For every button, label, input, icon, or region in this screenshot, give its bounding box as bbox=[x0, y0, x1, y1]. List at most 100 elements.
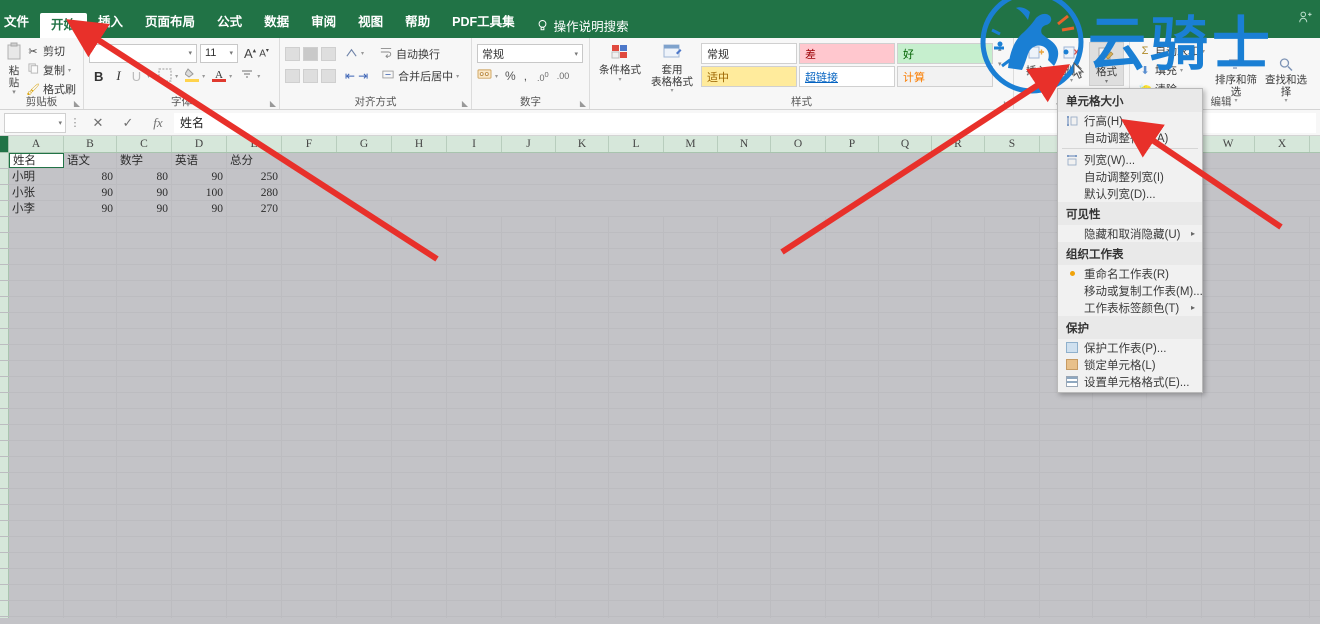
cell-empty[interactable] bbox=[556, 457, 609, 472]
cell-empty[interactable] bbox=[826, 569, 879, 584]
cell-empty[interactable] bbox=[879, 281, 932, 296]
cell-empty[interactable] bbox=[502, 361, 556, 376]
cell-empty[interactable] bbox=[932, 249, 985, 264]
cell-empty[interactable] bbox=[64, 505, 117, 520]
cell-empty[interactable] bbox=[172, 473, 227, 488]
tab-file[interactable]: 文件 bbox=[0, 9, 40, 35]
cell-empty[interactable] bbox=[117, 249, 172, 264]
cell-empty[interactable] bbox=[502, 617, 556, 618]
cell-empty[interactable] bbox=[826, 601, 879, 616]
row-header[interactable] bbox=[0, 521, 9, 536]
cell-empty[interactable] bbox=[447, 537, 502, 552]
cell-empty[interactable] bbox=[985, 361, 1040, 376]
cell-empty[interactable] bbox=[447, 361, 502, 376]
cell-empty[interactable] bbox=[117, 329, 172, 344]
cell-empty[interactable] bbox=[447, 345, 502, 360]
cell-empty[interactable] bbox=[447, 393, 502, 408]
chevron-down-icon[interactable]: ▾ bbox=[1105, 79, 1108, 86]
cell-empty[interactable] bbox=[826, 425, 879, 440]
cell-empty[interactable] bbox=[447, 585, 502, 600]
row-header[interactable] bbox=[0, 153, 9, 168]
cell-empty[interactable] bbox=[1202, 569, 1255, 584]
cell-empty[interactable] bbox=[282, 569, 337, 584]
cell-empty[interactable] bbox=[172, 393, 227, 408]
cell-empty[interactable] bbox=[447, 297, 502, 312]
cell-empty[interactable] bbox=[664, 329, 718, 344]
cell-empty[interactable] bbox=[1093, 505, 1147, 520]
cell-empty[interactable] bbox=[282, 313, 337, 328]
cell-empty[interactable] bbox=[1093, 441, 1147, 456]
styles-dialog-launcher[interactable]: ◣ bbox=[1004, 99, 1010, 108]
cell-empty[interactable] bbox=[172, 521, 227, 536]
cell-empty[interactable] bbox=[117, 457, 172, 472]
row-header[interactable] bbox=[0, 441, 9, 456]
cell-empty[interactable] bbox=[502, 425, 556, 440]
cell-empty[interactable] bbox=[556, 521, 609, 536]
cell-empty[interactable] bbox=[117, 537, 172, 552]
cell-empty[interactable] bbox=[64, 585, 117, 600]
cell-empty[interactable] bbox=[664, 585, 718, 600]
cell-empty[interactable] bbox=[1093, 585, 1147, 600]
cell-empty[interactable] bbox=[447, 441, 502, 456]
cell-empty[interactable] bbox=[1202, 313, 1255, 328]
chevron-down-icon[interactable]: ▾ bbox=[227, 49, 235, 57]
cell-empty[interactable] bbox=[502, 377, 556, 392]
cell-empty[interactable] bbox=[1255, 489, 1310, 504]
cell-empty[interactable] bbox=[9, 249, 64, 264]
cell-empty[interactable] bbox=[609, 393, 664, 408]
cell-empty[interactable] bbox=[826, 553, 879, 568]
cut-button[interactable]: ✂ 剪切 bbox=[23, 42, 79, 60]
cell-empty[interactable] bbox=[337, 441, 392, 456]
row-header[interactable] bbox=[0, 249, 9, 264]
column-header-G[interactable]: G bbox=[337, 136, 392, 152]
cell-empty[interactable] bbox=[879, 345, 932, 360]
cell-empty[interactable] bbox=[447, 521, 502, 536]
cell-empty[interactable] bbox=[609, 249, 664, 264]
chevron-down-icon[interactable]: ▾ bbox=[257, 73, 260, 80]
cell-empty[interactable] bbox=[64, 281, 117, 296]
cell-empty[interactable] bbox=[879, 393, 932, 408]
cell-empty[interactable] bbox=[664, 521, 718, 536]
chevron-down-icon[interactable]: ▾ bbox=[229, 73, 232, 80]
cell-empty[interactable] bbox=[1040, 425, 1093, 440]
row-header[interactable] bbox=[0, 361, 9, 376]
cell-empty[interactable] bbox=[282, 377, 337, 392]
cell-empty[interactable] bbox=[9, 329, 64, 344]
cell-empty[interactable] bbox=[9, 569, 64, 584]
cell-empty[interactable] bbox=[771, 297, 826, 312]
cell-empty[interactable] bbox=[718, 249, 771, 264]
gallery-more-icon[interactable]: ▾ bbox=[998, 75, 1002, 83]
cell-empty[interactable] bbox=[718, 585, 771, 600]
cell-empty[interactable] bbox=[556, 489, 609, 504]
cell-empty[interactable] bbox=[985, 473, 1040, 488]
autosum-button[interactable]: Σ 自动求和 ▾ bbox=[1135, 42, 1208, 60]
cell-empty[interactable] bbox=[771, 569, 826, 584]
cell-empty[interactable] bbox=[771, 265, 826, 280]
cell-empty[interactable] bbox=[879, 313, 932, 328]
cell-empty[interactable] bbox=[985, 281, 1040, 296]
cell-empty[interactable] bbox=[392, 249, 447, 264]
row-header[interactable] bbox=[0, 489, 9, 504]
cell-empty[interactable] bbox=[609, 537, 664, 552]
cell-empty[interactable] bbox=[1040, 393, 1093, 408]
cell-empty[interactable] bbox=[9, 377, 64, 392]
cell-empty[interactable] bbox=[609, 617, 664, 618]
cell-empty[interactable] bbox=[664, 441, 718, 456]
cell-empty[interactable] bbox=[447, 217, 502, 232]
cell-empty[interactable] bbox=[826, 233, 879, 248]
cell-style-normal[interactable]: 常规 bbox=[701, 43, 797, 64]
formula-bar-options-icon[interactable]: ⋮ bbox=[68, 116, 82, 129]
cell-empty[interactable] bbox=[609, 297, 664, 312]
cell-empty[interactable] bbox=[826, 265, 879, 280]
cell-empty[interactable] bbox=[64, 473, 117, 488]
merge-center-button[interactable]: 合并后居中 ▾ bbox=[371, 67, 462, 85]
cell-empty[interactable] bbox=[1147, 393, 1202, 408]
cell-empty[interactable] bbox=[1093, 425, 1147, 440]
cell-empty[interactable] bbox=[9, 537, 64, 552]
cell-empty[interactable] bbox=[172, 457, 227, 472]
cell-empty[interactable] bbox=[117, 233, 172, 248]
chevron-down-icon[interactable]: ▾ bbox=[572, 50, 580, 58]
cell-empty[interactable] bbox=[932, 265, 985, 280]
cell-empty[interactable] bbox=[771, 441, 826, 456]
menu-item-move-copy-sheet[interactable]: 移动或复制工作表(M)... bbox=[1058, 282, 1202, 299]
